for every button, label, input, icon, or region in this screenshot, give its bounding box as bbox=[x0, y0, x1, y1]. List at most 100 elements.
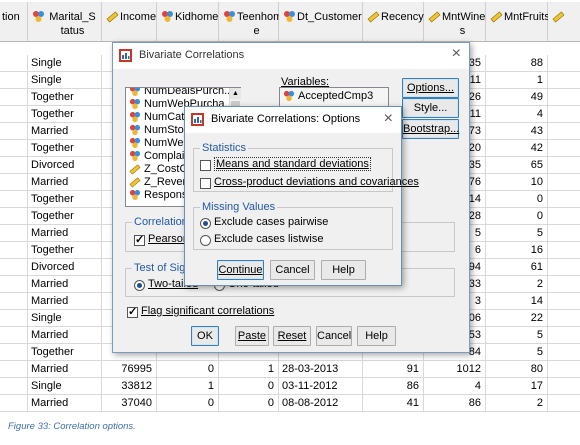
cell-next[interactable] bbox=[548, 344, 580, 361]
cell-mntfruits[interactable]: 4 bbox=[486, 106, 548, 123]
cell-education[interactable] bbox=[0, 395, 28, 412]
cell-education[interactable] bbox=[0, 344, 28, 361]
bootstrap-button[interactable]: Bootstrap... bbox=[402, 119, 459, 139]
cell-mntfruits[interactable]: 5 bbox=[486, 344, 548, 361]
column-header[interactable]: MntFruits bbox=[486, 2, 550, 42]
cell-mntfruits[interactable]: 0 bbox=[486, 208, 548, 225]
cell-mntfruits[interactable]: 5 bbox=[486, 225, 548, 242]
paste-button[interactable]: Paste bbox=[235, 326, 269, 346]
cell-next[interactable] bbox=[548, 293, 580, 310]
cell-income[interactable]: 37040 bbox=[102, 395, 157, 412]
cell-education[interactable] bbox=[0, 140, 28, 157]
cell-marital-status[interactable]: Married bbox=[28, 361, 102, 378]
cell-marital-status[interactable]: Together bbox=[28, 106, 102, 123]
cell-mntfruits[interactable]: 1 bbox=[486, 72, 548, 89]
column-header[interactable]: Kidhome bbox=[157, 2, 219, 42]
cell-kidhome[interactable]: 0 bbox=[157, 395, 219, 412]
cell-marital-status[interactable]: Together bbox=[28, 89, 102, 106]
cell-next[interactable] bbox=[548, 259, 580, 276]
cell-next[interactable] bbox=[548, 72, 580, 89]
cell-next[interactable] bbox=[548, 191, 580, 208]
cell-kidhome[interactable]: 1 bbox=[157, 378, 219, 395]
cell-education[interactable] bbox=[0, 55, 28, 72]
cell-education[interactable] bbox=[0, 191, 28, 208]
cell-recency[interactable]: 91 bbox=[363, 361, 424, 378]
cell-teenhome[interactable]: 1 bbox=[219, 361, 279, 378]
table-row[interactable]: Single 33812 1 0 03-11-2012 86 4 17 bbox=[0, 378, 580, 395]
cell-marital-status[interactable]: Single bbox=[28, 55, 102, 72]
cell-mntfruits[interactable]: 0 bbox=[486, 191, 548, 208]
cell-teenhome[interactable]: 0 bbox=[219, 378, 279, 395]
cell-marital-status[interactable]: Divorced bbox=[28, 157, 102, 174]
cell-dt-customer[interactable]: 03-11-2012 bbox=[279, 378, 363, 395]
cell-education[interactable] bbox=[0, 242, 28, 259]
cell-dt-customer[interactable]: 28-03-2013 bbox=[279, 361, 363, 378]
column-header[interactable]: MntWine s bbox=[424, 2, 486, 42]
cell-marital-status[interactable]: Married bbox=[28, 327, 102, 344]
cell-marital-status[interactable]: Together bbox=[28, 140, 102, 157]
cell-mntwines[interactable]: 4 bbox=[424, 378, 486, 395]
scroll-up-icon[interactable]: ▲ bbox=[230, 88, 241, 99]
style-button[interactable]: Style... bbox=[402, 98, 459, 118]
cell-marital-status[interactable]: Married bbox=[28, 225, 102, 242]
cell-teenhome[interactable]: 0 bbox=[219, 395, 279, 412]
table-row[interactable]: Married 37040 0 0 08-08-2012 41 86 2 bbox=[0, 395, 580, 412]
cell-mntwines[interactable]: 86 bbox=[424, 395, 486, 412]
cell-marital-status[interactable]: Single bbox=[28, 310, 102, 327]
cell-next[interactable] bbox=[548, 140, 580, 157]
reset-button[interactable]: Reset bbox=[273, 326, 311, 346]
continue-button[interactable]: Continue bbox=[217, 260, 264, 280]
options-close-icon[interactable]: × bbox=[384, 110, 393, 128]
cell-mntfruits[interactable]: 65 bbox=[486, 157, 548, 174]
column-header[interactable]: Teenhom e bbox=[219, 2, 282, 42]
cell-next[interactable] bbox=[548, 361, 580, 378]
cell-education[interactable] bbox=[0, 157, 28, 174]
cancel-button[interactable]: Cancel bbox=[316, 326, 352, 346]
cell-income[interactable]: 33812 bbox=[102, 378, 157, 395]
cell-marital-status[interactable]: Married bbox=[28, 276, 102, 293]
two-tailed-radio[interactable] bbox=[134, 280, 145, 291]
cell-next[interactable] bbox=[548, 378, 580, 395]
cell-next[interactable] bbox=[548, 174, 580, 191]
cell-mntfruits[interactable]: 43 bbox=[486, 123, 548, 140]
cell-next[interactable] bbox=[548, 55, 580, 72]
cell-marital-status[interactable]: Married bbox=[28, 123, 102, 140]
cell-marital-status[interactable]: Together bbox=[28, 191, 102, 208]
cell-education[interactable] bbox=[0, 259, 28, 276]
cell-mntfruits[interactable]: 88 bbox=[486, 55, 548, 72]
cell-marital-status[interactable]: Together bbox=[28, 242, 102, 259]
cell-marital-status[interactable]: Married bbox=[28, 293, 102, 310]
cell-education[interactable] bbox=[0, 123, 28, 140]
cell-education[interactable] bbox=[0, 208, 28, 225]
cell-next[interactable] bbox=[548, 225, 580, 242]
cell-marital-status[interactable]: Divorced bbox=[28, 259, 102, 276]
cell-recency[interactable]: 41 bbox=[363, 395, 424, 412]
cell-education[interactable] bbox=[0, 174, 28, 191]
cell-education[interactable] bbox=[0, 293, 28, 310]
cell-mntfruits[interactable]: 2 bbox=[486, 395, 548, 412]
cell-education[interactable] bbox=[0, 89, 28, 106]
flag-significant-checkbox[interactable] bbox=[127, 305, 138, 318]
options-help-button[interactable]: Help bbox=[321, 260, 366, 280]
cell-recency[interactable]: 86 bbox=[363, 378, 424, 395]
cell-dt-customer[interactable]: 08-08-2012 bbox=[279, 395, 363, 412]
cell-marital-status[interactable]: Together bbox=[28, 208, 102, 225]
cell-education[interactable] bbox=[0, 276, 28, 293]
cell-education[interactable] bbox=[0, 310, 28, 327]
cell-education[interactable] bbox=[0, 72, 28, 89]
cell-mntfruits[interactable]: 16 bbox=[486, 242, 548, 259]
cell-mntfruits[interactable]: 17 bbox=[486, 378, 548, 395]
cell-mntfruits[interactable]: 49 bbox=[486, 89, 548, 106]
table-row[interactable]: Married 76995 0 1 28-03-2013 91 1012 80 bbox=[0, 361, 580, 378]
list-item[interactable]: AcceptedCmp3 bbox=[280, 90, 388, 103]
options-button[interactable]: Options... bbox=[402, 78, 459, 98]
cell-education[interactable] bbox=[0, 106, 28, 123]
exclude-listwise-radio[interactable] bbox=[200, 235, 211, 246]
cell-next[interactable] bbox=[548, 395, 580, 412]
cell-education[interactable] bbox=[0, 327, 28, 344]
cell-mntfruits[interactable]: 42 bbox=[486, 140, 548, 157]
cell-marital-status[interactable]: Married bbox=[28, 395, 102, 412]
cell-marital-status[interactable]: Married bbox=[28, 174, 102, 191]
cell-kidhome[interactable]: 0 bbox=[157, 361, 219, 378]
column-header[interactable]: tion bbox=[0, 2, 28, 42]
